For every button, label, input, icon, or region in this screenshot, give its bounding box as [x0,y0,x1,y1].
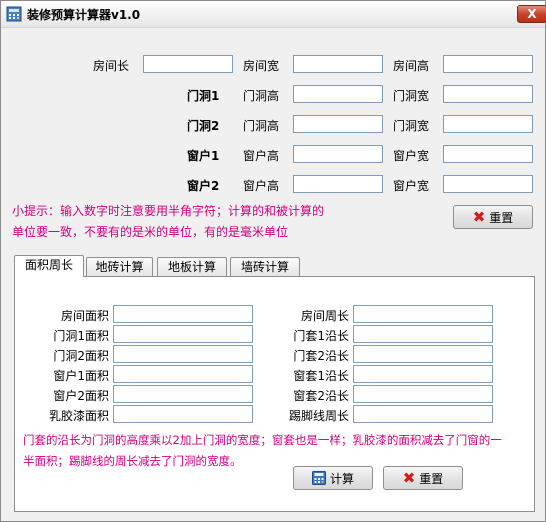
window1-width-label: 窗户宽 [393,149,430,163]
tab-wall-tile[interactable]: 墙砖计算 [230,257,300,276]
door-casing2-length-label: 门套2沿长 [293,349,349,363]
window1-label: 窗户1 [187,149,220,163]
door2-height-input[interactable] [293,115,383,133]
reset-top-label: 重置 [489,210,514,225]
window2-area-label: 窗户2面积 [53,389,109,403]
door1-label: 门洞1 [187,89,220,103]
door1-area-label: 门洞1面积 [53,329,109,343]
window1-height-input[interactable] [293,145,383,163]
close-x-icon: ✖ [472,207,486,226]
window2-area-field[interactable] [113,385,253,403]
room-width-label: 房间宽 [243,59,280,73]
door-casing1-length-field[interactable] [353,325,493,343]
app-icon [6,6,22,22]
close-icon: X [527,7,537,21]
room-area-field[interactable] [113,305,253,323]
window2-label: 窗户2 [187,179,220,193]
door-casing1-length-label: 门套1沿长 [293,329,349,343]
latex-paint-area-label: 乳胶漆面积 [48,409,109,423]
calculator-icon [311,471,326,485]
skirting-perimeter-label: 踢脚线周长 [288,409,349,423]
panel-note-line1: 门套的沿长为门洞的高度乘以2加上门洞的宽度；窗套也是一样；乳胶漆的面积减去了门窗… [23,433,502,447]
tab-area-perimeter[interactable]: 面积周长 [14,255,84,277]
app-window: 装修预算计算器v1.0 X 房间长 房间宽 房间高 门洞1 门洞高 门洞宽 门洞… [0,0,546,522]
window2-height-label: 窗户高 [243,179,280,193]
latex-paint-area-field[interactable] [113,405,253,423]
window-casing1-length-field[interactable] [353,365,493,383]
reset-panel-label: 重置 [419,471,444,486]
window-casing2-length-label: 窗套2沿长 [293,389,349,403]
window2-width-label: 窗户宽 [393,179,430,193]
tip-text: 小提示：输入数字时注意要用半角字符；计算的和被计算的 单位要一致，不要有的是米的… [12,201,432,243]
calculate-button[interactable]: 计算 [293,466,373,490]
door1-width-input[interactable] [443,85,533,103]
window1-area-field[interactable] [113,365,253,383]
room-length-label: 房间长 [93,59,130,73]
tab-floor-tile[interactable]: 地砖计算 [86,257,153,276]
window1-width-input[interactable] [443,145,533,163]
window-casing2-length-field[interactable] [353,385,493,403]
skirting-perimeter-field[interactable] [353,405,493,423]
room-area-label: 房间面积 [60,309,109,323]
door1-height-input[interactable] [293,85,383,103]
window1-area-label: 窗户1面积 [53,369,109,383]
window2-width-input[interactable] [443,175,533,193]
reset-panel-button[interactable]: ✖ 重置 [383,466,463,490]
close-button[interactable]: X [517,5,546,23]
door2-width-label: 门洞宽 [393,119,430,133]
reset-top-button[interactable]: ✖ 重置 [453,205,533,229]
room-perimeter-label: 房间周长 [300,309,349,323]
close-x-icon: ✖ [402,468,416,487]
door2-area-field[interactable] [113,345,253,363]
window2-height-input[interactable] [293,175,383,193]
tip-line2: 单位要一致，不要有的是米的单位，有的是毫米单位 [12,225,289,239]
door2-height-label: 门洞高 [243,119,280,133]
door1-height-label: 门洞高 [243,89,280,103]
room-length-input[interactable] [143,55,233,73]
room-height-label: 房间高 [393,59,430,73]
room-width-input[interactable] [293,55,383,73]
door2-area-label: 门洞2面积 [53,349,109,363]
tip-line1: 小提示：输入数字时注意要用半角字符；计算的和被计算的 [12,204,325,218]
door1-width-label: 门洞宽 [393,89,430,103]
door2-label: 门洞2 [187,119,220,133]
area-perimeter-panel: 房间面积 门洞1面积 门洞2面积 窗户1面积 窗户2面积 乳胶漆面积 房间周长 … [14,276,535,512]
door1-area-field[interactable] [113,325,253,343]
title-bar: 装修预算计算器v1.0 X [1,1,546,28]
room-height-input[interactable] [443,55,533,73]
window-title: 装修预算计算器v1.0 [27,8,141,22]
door-casing2-length-field[interactable] [353,345,493,363]
door2-width-input[interactable] [443,115,533,133]
window1-height-label: 窗户高 [243,149,280,163]
tab-floorboard[interactable]: 地板计算 [157,257,227,276]
window-casing1-length-label: 窗套1沿长 [293,369,349,383]
calculate-label: 计算 [329,471,354,486]
room-perimeter-field[interactable] [353,305,493,323]
